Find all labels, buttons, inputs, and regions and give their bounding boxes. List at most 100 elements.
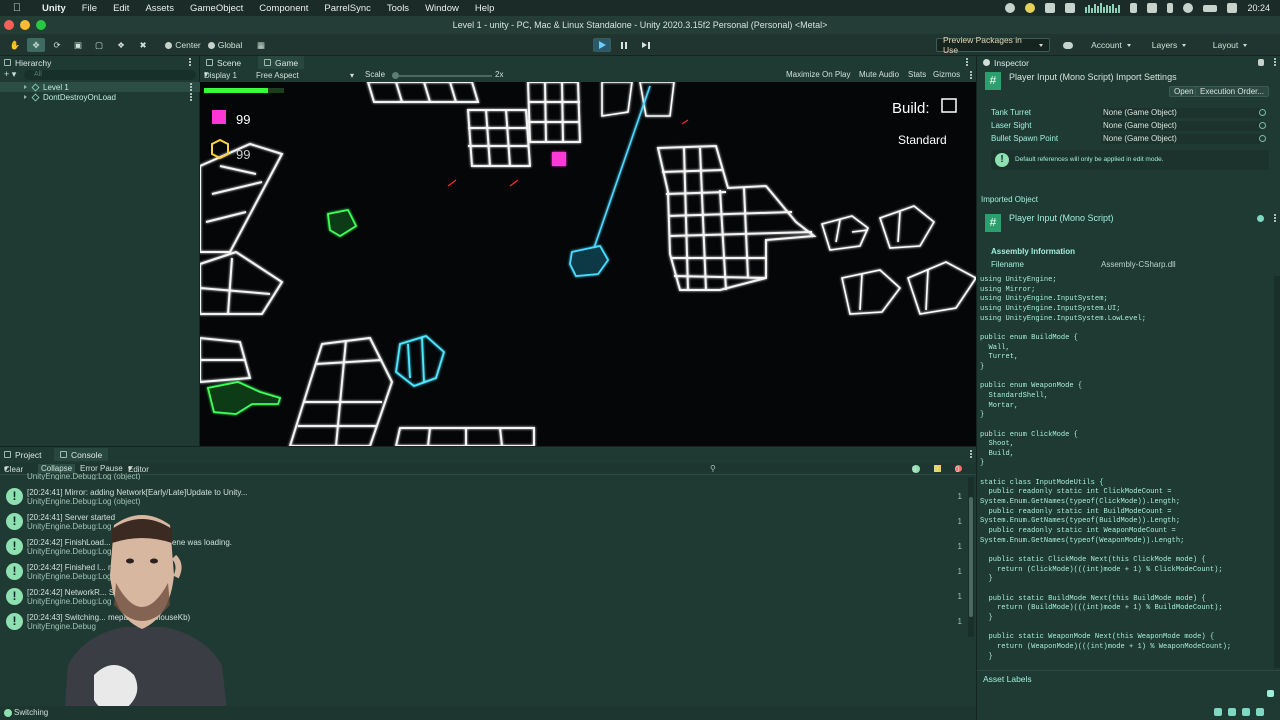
game-viewport[interactable]: 99 99 Build: Standard <box>200 82 976 446</box>
dropbox-icon[interactable] <box>1045 3 1056 13</box>
apple-icon[interactable]:  <box>0 2 34 14</box>
console-menu-icon[interactable] <box>970 450 972 458</box>
menu-help[interactable]: Help <box>467 3 503 14</box>
expand-arrow-icon[interactable] <box>24 95 27 99</box>
menu-edit[interactable]: Edit <box>105 3 137 14</box>
grid-icon[interactable] <box>1065 3 1076 13</box>
rect-tool-button[interactable]: ▢ <box>90 38 108 52</box>
build-mode-icon <box>941 98 957 113</box>
tab-game[interactable]: Game <box>258 56 305 69</box>
scene-menu-icon[interactable] <box>190 83 192 91</box>
inspector-menu-icon[interactable] <box>1274 58 1276 66</box>
object-picker-icon[interactable] <box>1259 135 1266 142</box>
bullet-spawn-point-object-field[interactable]: None (Game Object) <box>1101 134 1261 144</box>
debug-icon[interactable] <box>1242 708 1250 716</box>
console-search-icon[interactable]: ⚲ <box>710 464 716 473</box>
pause-button[interactable] <box>615 38 633 52</box>
account-dropdown[interactable]: Account <box>1082 38 1140 52</box>
menu-assets[interactable]: Assets <box>137 3 182 14</box>
game-tab-label: Game <box>275 57 299 68</box>
menu-window[interactable]: Window <box>417 3 467 14</box>
hierarchy-item-dontdestroyonload[interactable]: DontDestroyOnLoad <box>0 92 200 102</box>
display-dropdown[interactable]: Display 1 ▾ <box>204 70 237 80</box>
console-scrollbar-thumb[interactable] <box>969 497 973 617</box>
scene-menu-icon[interactable] <box>190 93 192 101</box>
expand-arrow-icon[interactable] <box>24 85 27 89</box>
step-button[interactable] <box>637 38 655 52</box>
tab-console[interactable]: Console <box>54 448 109 461</box>
help-icon[interactable] <box>1257 215 1264 222</box>
status-icon[interactable] <box>1025 3 1036 13</box>
progress-icon[interactable] <box>1228 708 1236 716</box>
tank-turret-object-field[interactable]: None (Game Object) <box>1101 108 1261 118</box>
object-picker-icon[interactable] <box>1259 109 1266 116</box>
play-button[interactable] <box>593 38 611 52</box>
move-tool-button[interactable]: ✥ <box>27 38 45 52</box>
hierarchy-item-level-1[interactable]: Level 1 <box>0 82 200 92</box>
lock-icon[interactable] <box>1258 59 1264 66</box>
clear-button[interactable]: Clear ▾ <box>4 464 23 474</box>
scale-label: Scale <box>365 70 386 79</box>
layout-dropdown[interactable]: Layout <box>1200 38 1260 52</box>
scene-tab-icon <box>206 59 213 66</box>
gizmos-dropdown[interactable]: Gizmos <box>933 70 960 79</box>
preview-packages-dropdown[interactable]: Preview Packages in Use <box>936 35 1050 55</box>
memory-icon[interactable] <box>1130 3 1138 13</box>
menu-unity[interactable]: Unity <box>34 3 74 14</box>
mute-audio-toggle[interactable]: Mute Audio <box>859 70 899 79</box>
scale-slider[interactable] <box>392 72 492 79</box>
cache-icon[interactable] <box>1256 708 1264 716</box>
transform-tool-button[interactable]: ❖ <box>112 38 130 52</box>
menubar-clock[interactable]: 20:24 <box>1247 3 1270 13</box>
macos-menubar:  Unity File Edit Assets GameObject Comp… <box>0 0 1280 16</box>
hierarchy-menu-icon[interactable] <box>189 58 191 66</box>
tab-project[interactable]: Project <box>4 448 41 461</box>
hand-tool-button[interactable]: ✋ <box>6 38 24 52</box>
stats-toggle[interactable]: Stats <box>908 70 926 79</box>
status-message[interactable]: Switching <box>14 708 48 717</box>
game-options-menu-icon[interactable] <box>970 71 972 79</box>
inspector-scrollbar[interactable] <box>1274 276 1280 668</box>
layers-dropdown[interactable]: Layers <box>1142 38 1196 52</box>
laser-sight-object-field[interactable]: None (Game Object) <box>1101 121 1261 131</box>
tab-scene[interactable]: Scene <box>206 56 241 69</box>
battery-icon[interactable] <box>1203 4 1218 12</box>
console-scrollbar[interactable] <box>968 477 974 637</box>
menu-gameobject[interactable]: GameObject <box>182 3 251 14</box>
tab-inspector[interactable]: Inspector <box>983 56 1029 69</box>
wifi-icon[interactable] <box>1183 3 1194 13</box>
menu-component[interactable]: Component <box>251 3 316 14</box>
tag-icon[interactable] <box>1267 690 1274 697</box>
scale-slider-knob[interactable] <box>392 72 399 79</box>
snap-grid-button[interactable]: ▦ <box>252 38 270 52</box>
display-label: Display 1 <box>204 71 237 80</box>
vpn-icon[interactable] <box>1005 3 1016 13</box>
game-panel-menu-icon[interactable] <box>966 58 968 66</box>
enemy-turret <box>395 334 446 388</box>
object-picker-icon[interactable] <box>1259 122 1266 129</box>
scale-tool-button[interactable]: ▣ <box>69 38 87 52</box>
maximize-on-play-toggle[interactable]: Maximize On Play <box>786 70 850 79</box>
custom-tool-button[interactable]: ✖ <box>134 38 152 52</box>
inspector-header-title: Player Input (Mono Script) Import Settin… <box>1009 72 1177 82</box>
hierarchy-search-input[interactable]: All <box>24 70 196 80</box>
pivot-center-toggle[interactable]: Center <box>162 38 204 52</box>
status-bar: Switching <box>0 706 976 720</box>
volume-icon[interactable] <box>1147 3 1158 13</box>
bluetooth-icon[interactable] <box>1167 3 1174 13</box>
collab-icon[interactable] <box>1214 708 1222 716</box>
add-object-button[interactable]: + ▾ <box>4 69 16 80</box>
console-icon <box>60 451 67 458</box>
menu-file[interactable]: File <box>74 3 105 14</box>
component-menu-icon[interactable] <box>1274 214 1276 222</box>
space-global-toggle[interactable]: Global <box>205 38 245 52</box>
menu-parrelsync[interactable]: ParrelSync <box>316 3 378 14</box>
menu-tools[interactable]: Tools <box>379 3 417 14</box>
control-center-icon[interactable] <box>1227 3 1238 13</box>
hierarchy-tab-label: Hierarchy <box>15 57 52 68</box>
tab-hierarchy[interactable]: Hierarchy <box>4 56 51 69</box>
rotate-tool-button[interactable]: ⟳ <box>48 38 66 52</box>
execution-order-button[interactable]: Execution Order... <box>1195 86 1270 97</box>
cpu-meter-icon[interactable] <box>1085 3 1121 13</box>
cloud-icon[interactable] <box>1058 38 1078 52</box>
